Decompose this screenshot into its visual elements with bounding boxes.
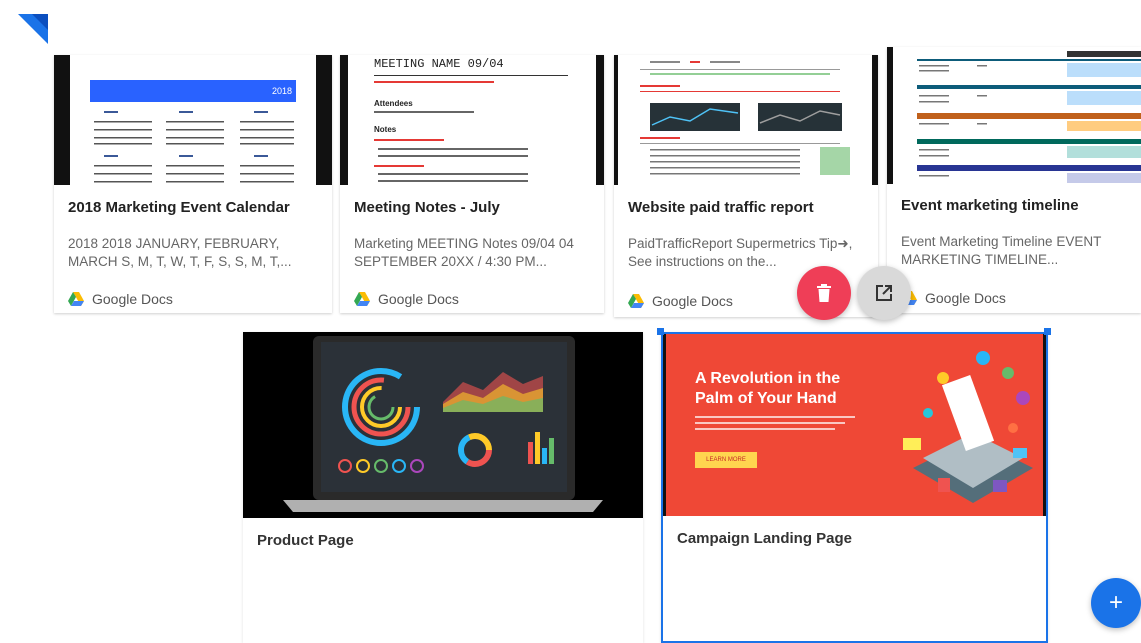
doc-card-marketing-calendar[interactable]: 2018 2018 Marketing Event Calendar 2018 … <box>54 55 332 313</box>
app-logo <box>18 14 48 44</box>
open-external-icon <box>876 285 892 301</box>
notes-attendees-label: Attendees <box>374 99 413 108</box>
calendar-thumbnail: 2018 <box>54 55 332 185</box>
card-title: Event marketing timeline <box>901 197 1079 214</box>
report-graphic <box>640 61 850 175</box>
product-page-thumbnail <box>243 332 643 518</box>
card-source: Google Docs <box>628 293 733 309</box>
notes-notes-label: Notes <box>374 125 397 134</box>
card-description: 2018 2018 JANUARY, FEBRUARY, MARCH S, M,… <box>68 236 292 269</box>
open-external-button[interactable] <box>857 266 911 320</box>
card-description: Marketing MEETING Notes 09/04 04 SEPTEMB… <box>354 236 574 269</box>
page-card-product[interactable]: Product Page <box>243 332 643 643</box>
card-title: Campaign Landing Page <box>677 530 853 547</box>
selection-handle-top-right[interactable] <box>1044 328 1051 335</box>
card-source: Google Docs <box>354 291 459 307</box>
google-drive-icon <box>68 292 84 306</box>
source-label: Google Docs <box>925 290 1006 306</box>
card-title: Meeting Notes - July <box>354 199 500 216</box>
card-description: Event Marketing Timeline EVENT MARKETING… <box>901 234 1102 267</box>
google-drive-icon <box>354 292 370 306</box>
delete-button[interactable] <box>797 266 851 320</box>
campaign-illustration <box>903 351 1033 503</box>
meeting-notes-thumbnail: MEETING NAME 09/04 Attendees Notes <box>340 55 604 185</box>
calendar-grid-graphic <box>94 111 294 183</box>
source-label: Google Docs <box>652 293 733 309</box>
card-source: Google Docs <box>901 290 1006 306</box>
card-title: 2018 Marketing Event Calendar <box>68 199 290 216</box>
traffic-report-thumbnail <box>614 55 878 185</box>
campaign-thumbnail: A Revolution in the Palm of Your Hand LE… <box>663 334 1046 516</box>
timeline-graphic <box>917 51 1141 183</box>
notes-heading: MEETING NAME 09/04 <box>374 57 504 71</box>
card-description: PaidTrafficReport Supermetrics Tip➜, See… <box>628 236 853 269</box>
source-label: Google Docs <box>92 291 173 307</box>
timeline-thumbnail <box>887 47 1141 184</box>
card-source: Google Docs <box>68 291 173 307</box>
card-title: Product Page <box>257 532 354 549</box>
doc-card-meeting-notes[interactable]: MEETING NAME 09/04 Attendees Notes Meeti… <box>340 55 604 313</box>
card-title: Website paid traffic report <box>628 199 814 216</box>
campaign-headline-2: Palm of Your Hand <box>695 390 837 407</box>
campaign-headline-1: A Revolution in the <box>695 370 841 387</box>
learn-more-button: LEARN MORE <box>695 452 757 468</box>
google-drive-icon <box>628 294 644 308</box>
selection-handle-top-left[interactable] <box>657 328 664 335</box>
plus-icon: + <box>1108 589 1123 616</box>
calendar-year-banner: 2018 <box>90 80 296 102</box>
page-card-campaign[interactable]: A Revolution in the Palm of Your Hand LE… <box>661 332 1048 643</box>
trash-icon <box>817 284 831 302</box>
source-label: Google Docs <box>378 291 459 307</box>
doc-card-event-timeline[interactable]: Event marketing timeline Event Marketing… <box>887 47 1141 313</box>
add-button[interactable]: + <box>1091 578 1141 628</box>
